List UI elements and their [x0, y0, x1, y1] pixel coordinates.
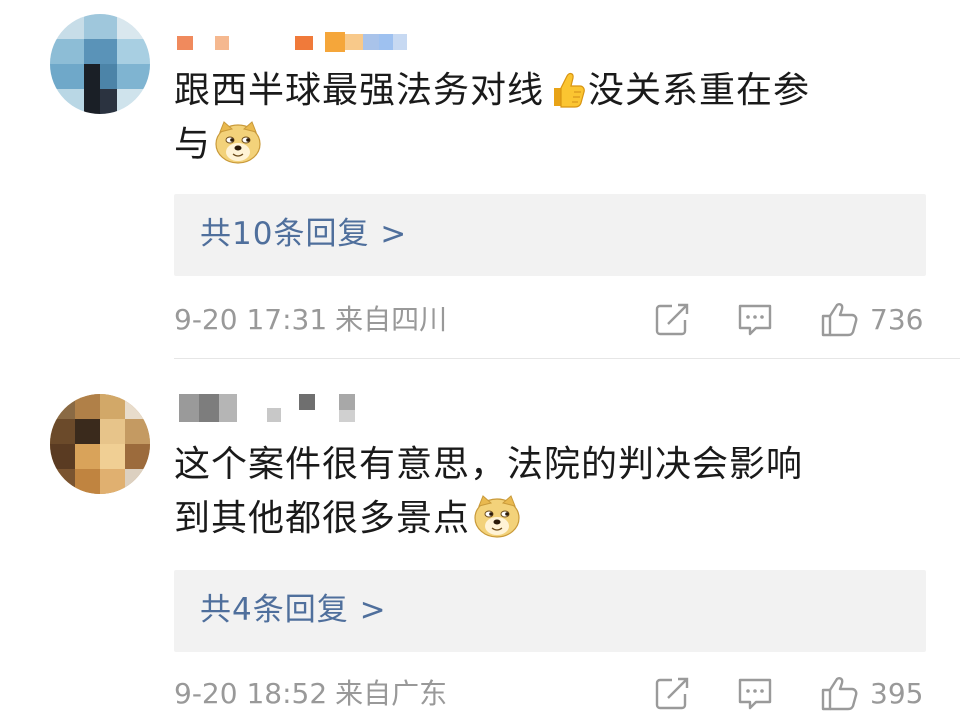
repost-icon[interactable]: [654, 676, 692, 712]
view-replies-label: 共10条回复 >: [200, 216, 408, 252]
like-count: 395: [870, 677, 924, 710]
avatar-image: [50, 14, 150, 114]
username-pixelated: [177, 32, 407, 52]
view-replies-label: 共4条回复 >: [200, 592, 387, 628]
avatar[interactable]: [50, 14, 150, 114]
comment-text: 这个案件很有意思，法院的判决会影响 到其他都很多景点: [174, 438, 934, 546]
comment-icon[interactable]: [736, 676, 774, 712]
comment-text-part: 到其他都很多景点: [174, 498, 471, 539]
like-icon[interactable]: [820, 302, 860, 338]
comment-text-part: 与: [174, 124, 212, 165]
comment-text: 跟西半球最强法务对线 没关系重在参 与: [174, 64, 934, 172]
comment-location: 来自四川: [335, 303, 448, 336]
view-replies-button[interactable]: 共4条回复 >: [174, 570, 926, 652]
like-count: 736: [870, 303, 924, 336]
username-pixelated: [179, 394, 355, 422]
comment-meta-row: 9-20 17:31 来自四川 736: [174, 298, 926, 342]
repost-icon[interactable]: [654, 302, 692, 338]
username-blurred[interactable]: [175, 28, 415, 58]
comment-icon[interactable]: [736, 302, 774, 338]
doge-icon: [213, 120, 263, 164]
divider: [174, 358, 960, 359]
comment-text-part: 跟西半球最强法务对线: [174, 70, 545, 111]
comment-timestamp: 9-20 17:31: [174, 303, 328, 336]
thumbs-up-icon: [546, 70, 586, 110]
comment-item: 这个案件很有意思，法院的判决会影响 到其他都很多景点 共4条回复 > 9-20 …: [0, 360, 960, 721]
view-replies-button[interactable]: 共10条回复 >: [174, 194, 926, 276]
comment-meta-row: 9-20 18:52 来自广东 395: [174, 672, 926, 716]
comment-meta: 9-20 18:52 来自广东: [174, 674, 447, 714]
comment-meta: 9-20 17:31 来自四川: [174, 300, 447, 340]
avatar[interactable]: [50, 394, 150, 494]
comment-location: 来自广东: [335, 677, 448, 710]
username-blurred[interactable]: [175, 394, 375, 424]
comment-text-part: 没关系重在参: [588, 70, 811, 111]
comment-item: 跟西半球最强法务对线 没关系重在参 与 共10条回复 > 9-20 17:31 来…: [0, 0, 960, 360]
doge-icon: [472, 494, 522, 538]
comment-timestamp: 9-20 18:52: [174, 677, 328, 710]
avatar-image: [50, 394, 150, 494]
like-icon[interactable]: [820, 676, 860, 712]
comment-text-part: 这个案件很有意思，法院的判决会影响: [174, 444, 804, 485]
